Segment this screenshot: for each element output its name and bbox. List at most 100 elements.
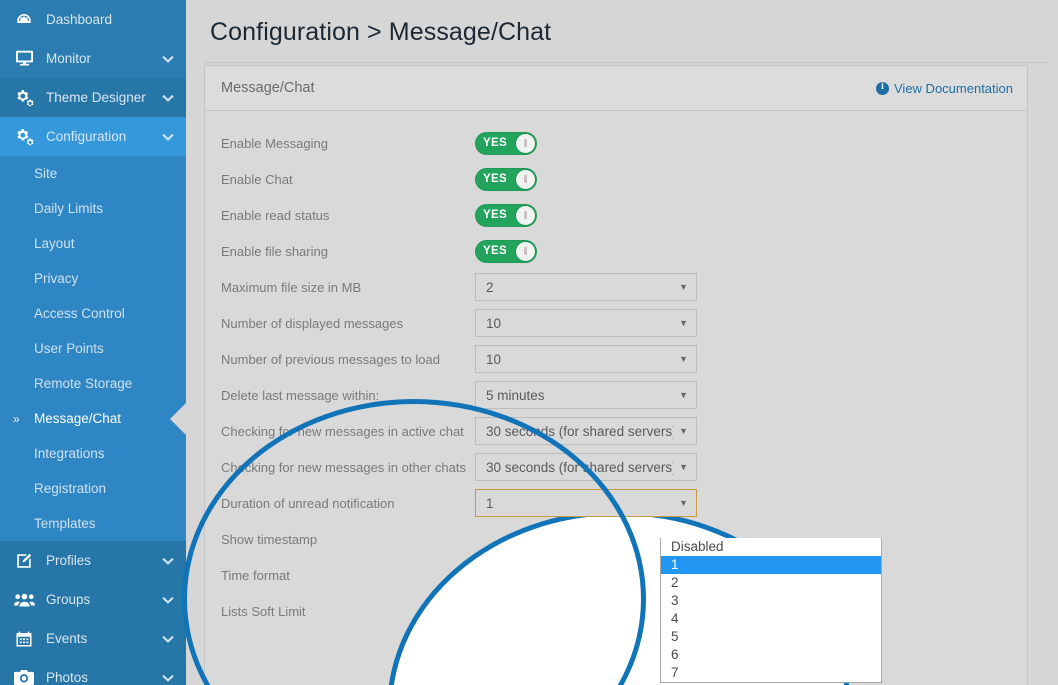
toggle-enable-file-sharing[interactable]: YES: [475, 239, 537, 263]
select-check-active-chat[interactable]: 30 seconds (for shared servers) ▼: [475, 417, 697, 445]
dropdown-option[interactable]: 5: [661, 628, 881, 646]
setting-row-enable-read-status: Enable read status YES: [205, 197, 1027, 233]
chevron-down-icon: [158, 674, 178, 682]
sidebar-item-configuration[interactable]: Configuration: [0, 117, 186, 156]
chevron-down-icon: [158, 557, 178, 565]
setting-label: Delete last message within:: [221, 387, 380, 403]
select-value: 10: [486, 315, 502, 331]
setting-label: Time format: [221, 567, 290, 583]
setting-label: Show timestamp: [221, 531, 318, 547]
dropdown-option[interactable]: 4: [661, 610, 881, 628]
sidebar-item-label: Theme Designer: [46, 90, 146, 105]
panel-header: Message/Chat i View Documentation: [205, 66, 1027, 111]
sidebar-subitem-label: Access Control: [34, 306, 125, 321]
setting-row-time-format: Time format: [205, 557, 1027, 593]
select-value: 2: [486, 279, 494, 295]
sidebar-item-site[interactable]: Site: [0, 156, 186, 191]
toggle-enable-chat[interactable]: YES: [475, 167, 537, 191]
sidebar-item-templates[interactable]: Templates: [0, 506, 186, 541]
select-previous-messages[interactable]: 10 ▼: [475, 345, 697, 373]
setting-row-show-timestamp: Show timestamp: [205, 521, 1027, 557]
edit-square-icon: [12, 552, 36, 570]
toggle-enable-messaging[interactable]: YES: [475, 131, 537, 155]
sidebar-item-message-chat[interactable]: » Message/Chat: [0, 401, 186, 436]
dropdown-unread-notification-options[interactable]: Disabled 1 2 3 4 5 6 7: [660, 538, 882, 683]
view-documentation-link[interactable]: i View Documentation: [876, 81, 1013, 96]
toggle-knob-icon: [516, 241, 535, 261]
chevron-down-icon: ▼: [679, 462, 688, 472]
sidebar-subitem-label: Templates: [34, 516, 96, 531]
chevron-down-icon: [158, 133, 178, 141]
dropdown-option[interactable]: 3: [661, 592, 881, 610]
info-icon: i: [876, 81, 889, 95]
select-value: 30 seconds (for shared servers): [486, 423, 674, 439]
sidebar-subitem-label: Layout: [34, 236, 75, 251]
sidebar-item-dashboard[interactable]: Dashboard: [0, 0, 186, 39]
select-displayed-messages[interactable]: 10 ▼: [475, 309, 697, 337]
chevron-down-icon: [158, 596, 178, 604]
dropdown-option[interactable]: 2: [661, 574, 881, 592]
sidebar-item-photos[interactable]: Photos: [0, 658, 186, 685]
select-delete-last-message[interactable]: 5 minutes ▼: [475, 381, 697, 409]
sidebar-item-groups[interactable]: Groups: [0, 580, 186, 619]
sidebar-item-profiles[interactable]: Profiles: [0, 541, 186, 580]
calendar-icon: [12, 630, 36, 648]
sidebar-subitem-label: Privacy: [34, 271, 79, 286]
panel-title: Message/Chat: [221, 80, 315, 96]
chevron-down-icon: [158, 55, 178, 63]
setting-label: Number of previous messages to load: [221, 351, 440, 367]
select-value: 30 seconds (for shared servers): [486, 459, 674, 475]
sidebar-item-theme-designer[interactable]: Theme Designer: [0, 78, 186, 117]
sidebar-item-remote-storage[interactable]: Remote Storage: [0, 366, 186, 401]
camera-icon: [12, 669, 36, 685]
toggle-knob-icon: [516, 169, 535, 189]
toggle-enable-read-status[interactable]: YES: [475, 203, 537, 227]
gears-icon: [12, 89, 36, 107]
dropdown-option-selected[interactable]: 1: [661, 556, 881, 574]
select-value: 10: [486, 351, 502, 367]
active-pointer-notch: [165, 396, 186, 442]
settings-panel: Message/Chat i View Documentation Enable…: [204, 65, 1028, 685]
sidebar-item-monitor[interactable]: Monitor: [0, 39, 186, 78]
page-title: Configuration > Message/Chat: [210, 18, 552, 46]
sidebar-item-integrations[interactable]: Integrations: [0, 436, 186, 471]
setting-label: Enable Chat: [221, 171, 293, 187]
sidebar-item-label: Profiles: [46, 553, 92, 568]
sidebar-item-layout[interactable]: Layout: [0, 226, 186, 261]
chevron-down-icon: ▼: [679, 390, 688, 400]
sidebar-item-events[interactable]: Events: [0, 619, 186, 658]
setting-label: Enable file sharing: [221, 243, 328, 259]
select-value: 5 minutes: [486, 387, 545, 403]
toggle-knob-icon: [516, 133, 535, 153]
setting-row-enable-chat: Enable Chat YES: [205, 161, 1027, 197]
view-documentation-label: View Documentation: [894, 80, 1013, 96]
chevron-down-icon: ▼: [679, 282, 688, 292]
dropdown-option[interactable]: 6: [661, 646, 881, 664]
chevron-down-icon: [158, 635, 178, 643]
dropdown-option[interactable]: Disabled: [661, 538, 881, 556]
gauge-icon: [12, 11, 36, 29]
sidebar-subitem-label: Daily Limits: [34, 201, 104, 216]
sidebar-subitem-label: User Points: [34, 341, 104, 356]
people-icon: [12, 591, 36, 609]
select-check-other-chats[interactable]: 30 seconds (for shared servers) ▼: [475, 453, 697, 481]
dropdown-option[interactable]: 7: [661, 664, 881, 682]
setting-label: Checking for new messages in other chats: [221, 459, 466, 475]
setting-row-lists-soft-limit: Lists Soft Limit: [205, 593, 1027, 629]
sidebar-item-user-points[interactable]: User Points: [0, 331, 186, 366]
sidebar-item-registration[interactable]: Registration: [0, 471, 186, 506]
chevron-down-icon: ▼: [679, 498, 688, 508]
sidebar-item-daily-limits[interactable]: Daily Limits: [0, 191, 186, 226]
sidebar-item-privacy[interactable]: Privacy: [0, 261, 186, 296]
toggle-value: YES: [483, 209, 507, 221]
chevron-down-icon: ▼: [679, 354, 688, 364]
sidebar-item-label: Monitor: [46, 51, 92, 66]
setting-row-enable-messaging: Enable Messaging YES: [205, 125, 1027, 161]
select-max-file-size[interactable]: 2 ▼: [475, 273, 697, 301]
setting-label: Checking for new messages in active chat: [221, 423, 464, 439]
select-unread-notification-duration[interactable]: 1 ▼: [475, 489, 697, 517]
chevron-down-icon: ▼: [679, 318, 688, 328]
sidebar-item-access-control[interactable]: Access Control: [0, 296, 186, 331]
sidebar-item-label: Photos: [46, 670, 89, 685]
setting-label: Maximum file size in MB: [221, 279, 362, 295]
